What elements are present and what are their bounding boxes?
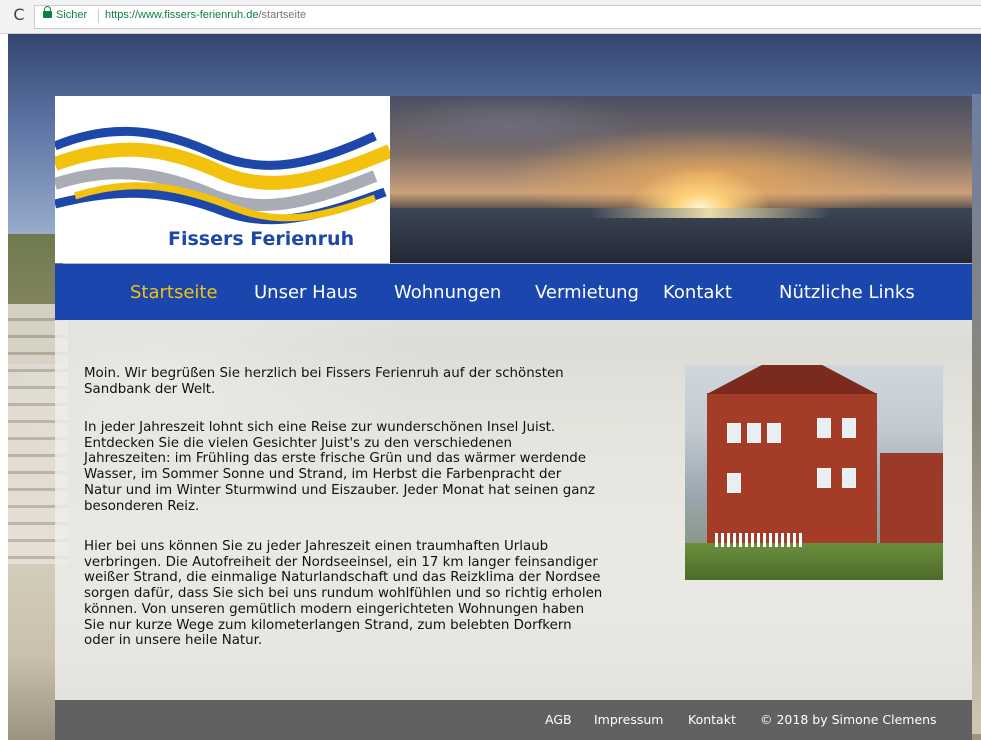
house-window (817, 418, 831, 438)
house-lawn (685, 543, 943, 580)
footer: AGB Impressum Kontakt © 2018 by Simone C… (55, 700, 972, 740)
url-field[interactable]: Sicher https://www.fissers-ferienruh.de/… (34, 5, 981, 29)
nav-item-nuetzliche-links[interactable]: Nützliche Links (779, 282, 915, 303)
house-window (842, 418, 856, 438)
house-fence (715, 533, 805, 547)
house-window (727, 423, 741, 443)
holiday-paragraph: Hier bei uns können Sie zu jeder Jahresz… (84, 539, 603, 649)
house-window (767, 423, 781, 443)
house-window (842, 468, 856, 488)
nav-item-wohnungen[interactable]: Wohnungen (394, 282, 501, 303)
url-separator (98, 9, 99, 23)
house-building (707, 365, 877, 543)
banner-sun-reflection (590, 208, 830, 218)
background-edge (972, 94, 981, 734)
welcome-paragraph: Moin. Wir begrüßen Sie herzlich bei Fiss… (84, 366, 564, 397)
footer-link-kontakt[interactable]: Kontakt (688, 712, 736, 727)
header-banner-image (390, 96, 972, 263)
house-annex (880, 453, 943, 543)
nav-item-kontakt[interactable]: Kontakt (663, 282, 732, 303)
logo-text: Fissers Ferienruh (168, 228, 355, 250)
nav-item-vermietung[interactable]: Vermietung (535, 282, 639, 303)
url-path: /startseite (258, 9, 307, 21)
main-navigation: Startseite Unser Haus Wohnungen Vermietu… (55, 264, 972, 320)
url-text: https://www.fissers-ferienruh.de/startse… (105, 9, 306, 21)
footer-link-agb[interactable]: AGB (545, 712, 572, 727)
nav-item-startseite[interactable]: Startseite (130, 282, 218, 303)
footer-link-impressum[interactable]: Impressum (594, 712, 663, 727)
nav-item-unser-haus[interactable]: Unser Haus (254, 282, 358, 303)
house-window (747, 423, 761, 443)
secure-label: Sicher (56, 9, 88, 21)
house-window (727, 473, 741, 493)
house-roof (707, 365, 877, 394)
house-window (817, 468, 831, 488)
seasons-paragraph: In jeder Jahreszeit lohnt sich eine Reis… (84, 420, 595, 514)
url-host: https://www.fissers-ferienruh.de (105, 9, 259, 21)
browser-address-bar: C Sicher https://www.fissers-ferienruh.d… (0, 0, 981, 34)
site-logo[interactable]: Fissers Ferienruh (52, 96, 393, 263)
footer-copyright: © 2018 by Simone Clemens (760, 712, 937, 727)
lock-icon (43, 6, 52, 18)
reload-icon[interactable]: C (10, 6, 28, 24)
main-content: Moin. Wir begrüßen Sie herzlich bei Fiss… (55, 320, 972, 700)
house-photo (685, 365, 943, 580)
